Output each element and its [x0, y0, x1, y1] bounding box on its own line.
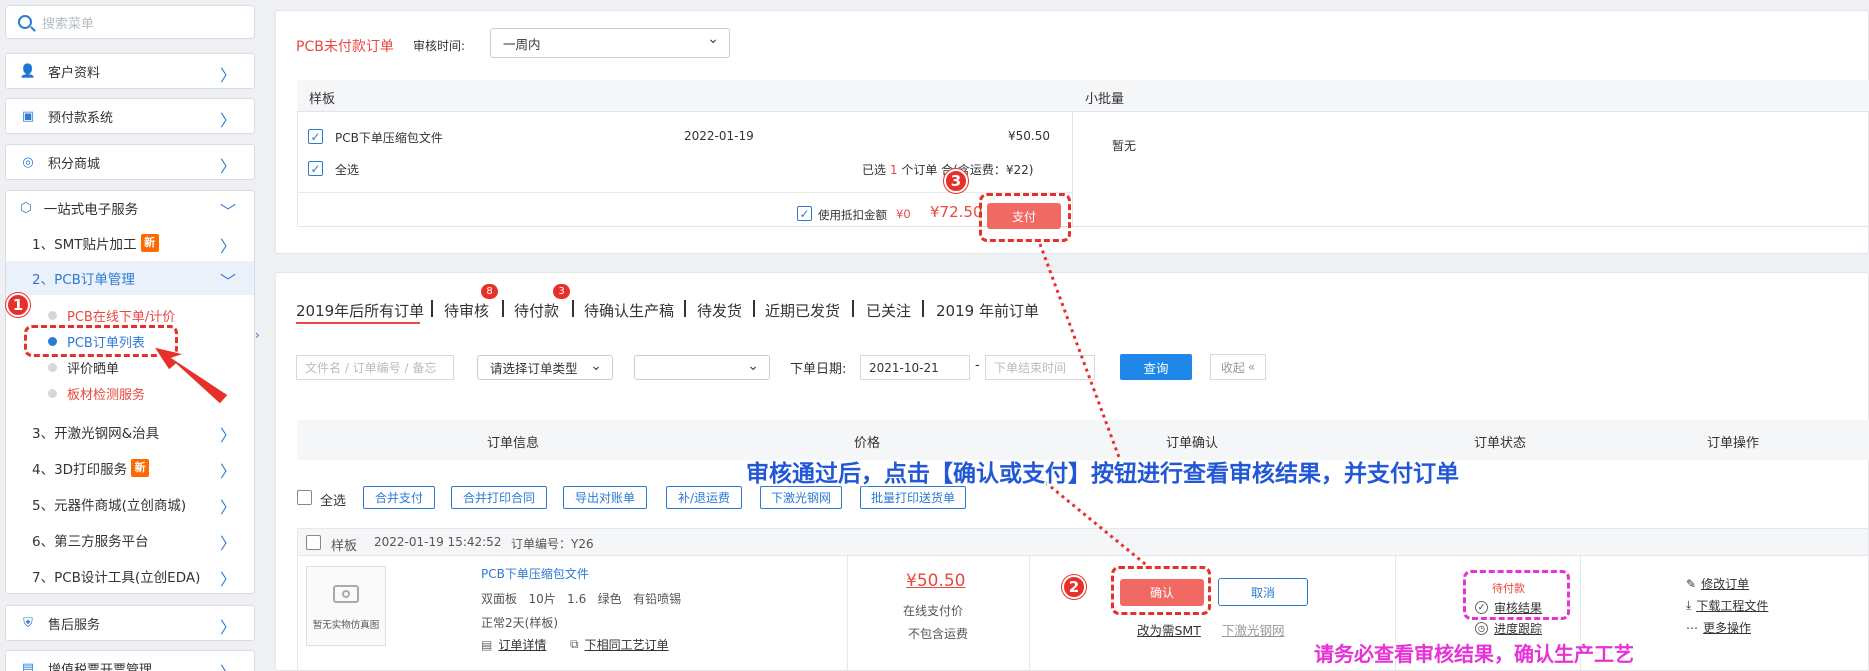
annotation-arrows [152, 243, 1151, 570]
callout-main-instruction: 审核通过后，点击【确认或支付】按钮进行查看审核结果，并支付订单 [746, 461, 1459, 487]
arrow-to-menu-icon [152, 346, 229, 405]
dotted-connector-confirm [1039, 476, 1151, 570]
dotted-connector-pay [1038, 243, 1122, 461]
callout-audit-note: 请务必查看审核结果，确认生产工艺 [1314, 642, 1634, 666]
